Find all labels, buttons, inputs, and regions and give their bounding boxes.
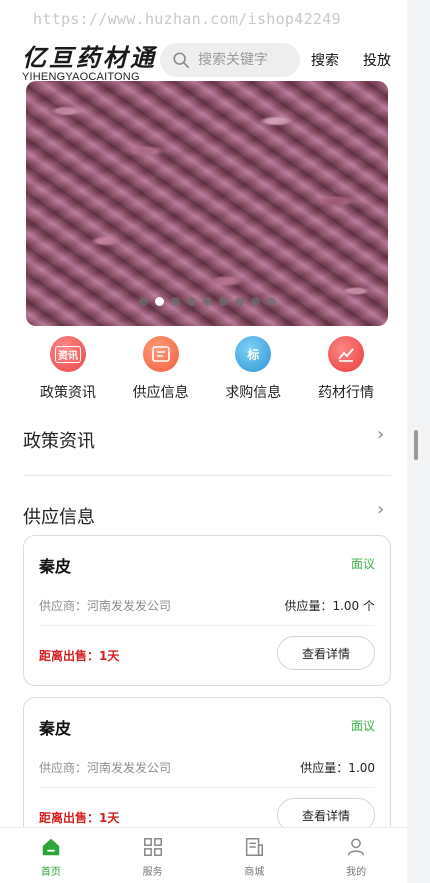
search-input[interactable] xyxy=(198,52,298,68)
shield-icon-text: 标 xyxy=(247,347,260,362)
search-icon xyxy=(173,52,190,69)
news-icon-text: 资讯 xyxy=(55,345,81,363)
sale-countdown: 距离出售：1天 xyxy=(39,811,120,825)
supplier-name: 供应商：河南发发发公司 xyxy=(39,761,172,775)
carousel-dot[interactable] xyxy=(170,297,180,306)
tab-profile[interactable]: 我的 xyxy=(316,828,396,883)
logo[interactable]: 亿亘药材通 YIHENGYAOCAITONG xyxy=(22,38,157,83)
quick-nav-supply[interactable]: 供应信息 xyxy=(115,336,207,402)
quick-nav: 资讯 政策资讯 供应信息 标 求购信息 药材行情 xyxy=(22,336,392,402)
shop-icon xyxy=(246,838,264,856)
shield-icon: 标 xyxy=(235,336,272,372)
section-divider xyxy=(23,475,391,476)
banner-carousel[interactable] xyxy=(26,81,388,326)
quick-nav-policy[interactable]: 资讯 政策资讯 xyxy=(22,336,114,402)
sale-countdown: 距离出售：1天 xyxy=(39,649,120,663)
tab-label: 商城 xyxy=(244,867,265,878)
home-icon xyxy=(42,838,60,856)
product-name: 秦皮 xyxy=(39,719,72,738)
quick-nav-purchase[interactable]: 标 求购信息 xyxy=(207,336,299,402)
watermark: https://www.huzhan.com/ishop42249 xyxy=(33,10,341,28)
quick-nav-label: 求购信息 xyxy=(225,385,282,401)
supply-icon xyxy=(142,336,179,372)
logo-text-cn: 亿亘药材通 xyxy=(22,43,157,72)
chevron-right-icon[interactable]: › xyxy=(377,424,384,445)
quick-nav-market[interactable]: 药材行情 xyxy=(300,336,392,402)
tab-label: 服务 xyxy=(142,867,163,878)
supply-quantity: 供应量：1.00 xyxy=(300,761,375,775)
scrollbar[interactable] xyxy=(414,430,418,460)
supply-glyph xyxy=(151,346,170,362)
tab-shop[interactable]: 商城 xyxy=(214,828,294,883)
quick-nav-label: 药材行情 xyxy=(317,385,374,401)
publish-button[interactable]: 投放 xyxy=(363,50,391,70)
app-page: https://www.huzhan.com/ishop42249 亿亘药材通 … xyxy=(0,0,407,883)
carousel-dot[interactable] xyxy=(202,297,212,306)
section-title-supply[interactable]: 供应信息 xyxy=(23,503,95,529)
carousel-dot[interactable] xyxy=(234,297,244,306)
tab-home[interactable]: 首页 xyxy=(11,828,91,883)
view-details-button[interactable]: 查看详情 xyxy=(277,636,375,670)
supply-card[interactable]: 秦皮 面议 供应商：河南发发发公司 供应量：1.00 个 距离出售：1天 查看详… xyxy=(23,535,391,686)
tab-label: 首页 xyxy=(40,867,61,878)
section-title-policy[interactable]: 政策资讯 xyxy=(23,427,95,453)
search-box[interactable] xyxy=(160,43,300,77)
tab-service[interactable]: 服务 xyxy=(113,828,193,883)
supply-quantity: 供应量：1.00 个 xyxy=(284,599,375,613)
quick-nav-label: 政策资讯 xyxy=(40,385,96,401)
carousel-dot[interactable] xyxy=(250,297,260,306)
tab-label: 我的 xyxy=(346,867,367,878)
market-icon xyxy=(327,336,364,372)
carousel-dot[interactable] xyxy=(138,297,148,306)
grid-icon xyxy=(143,838,162,856)
quick-nav-label: 供应信息 xyxy=(132,385,189,401)
user-icon xyxy=(348,838,365,856)
chevron-right-icon[interactable]: › xyxy=(377,499,384,520)
price-label: 面议 xyxy=(350,719,375,733)
card-divider xyxy=(39,625,375,626)
market-glyph xyxy=(338,348,354,362)
product-name: 秦皮 xyxy=(39,557,72,576)
news-icon: 资讯 xyxy=(50,336,86,372)
carousel-dot[interactable] xyxy=(186,297,196,306)
banner-image xyxy=(26,81,388,326)
carousel-indicators xyxy=(26,297,388,306)
search-button[interactable]: 搜索 xyxy=(311,50,339,70)
card-divider xyxy=(39,787,375,788)
carousel-dot[interactable] xyxy=(218,297,228,306)
bottom-tab-bar: 首页 服务 商城 我的 xyxy=(0,827,407,883)
carousel-dot[interactable] xyxy=(154,297,164,306)
supplier-name: 供应商：河南发发发公司 xyxy=(39,599,172,613)
price-label: 面议 xyxy=(350,557,375,571)
carousel-dot[interactable] xyxy=(266,297,276,306)
